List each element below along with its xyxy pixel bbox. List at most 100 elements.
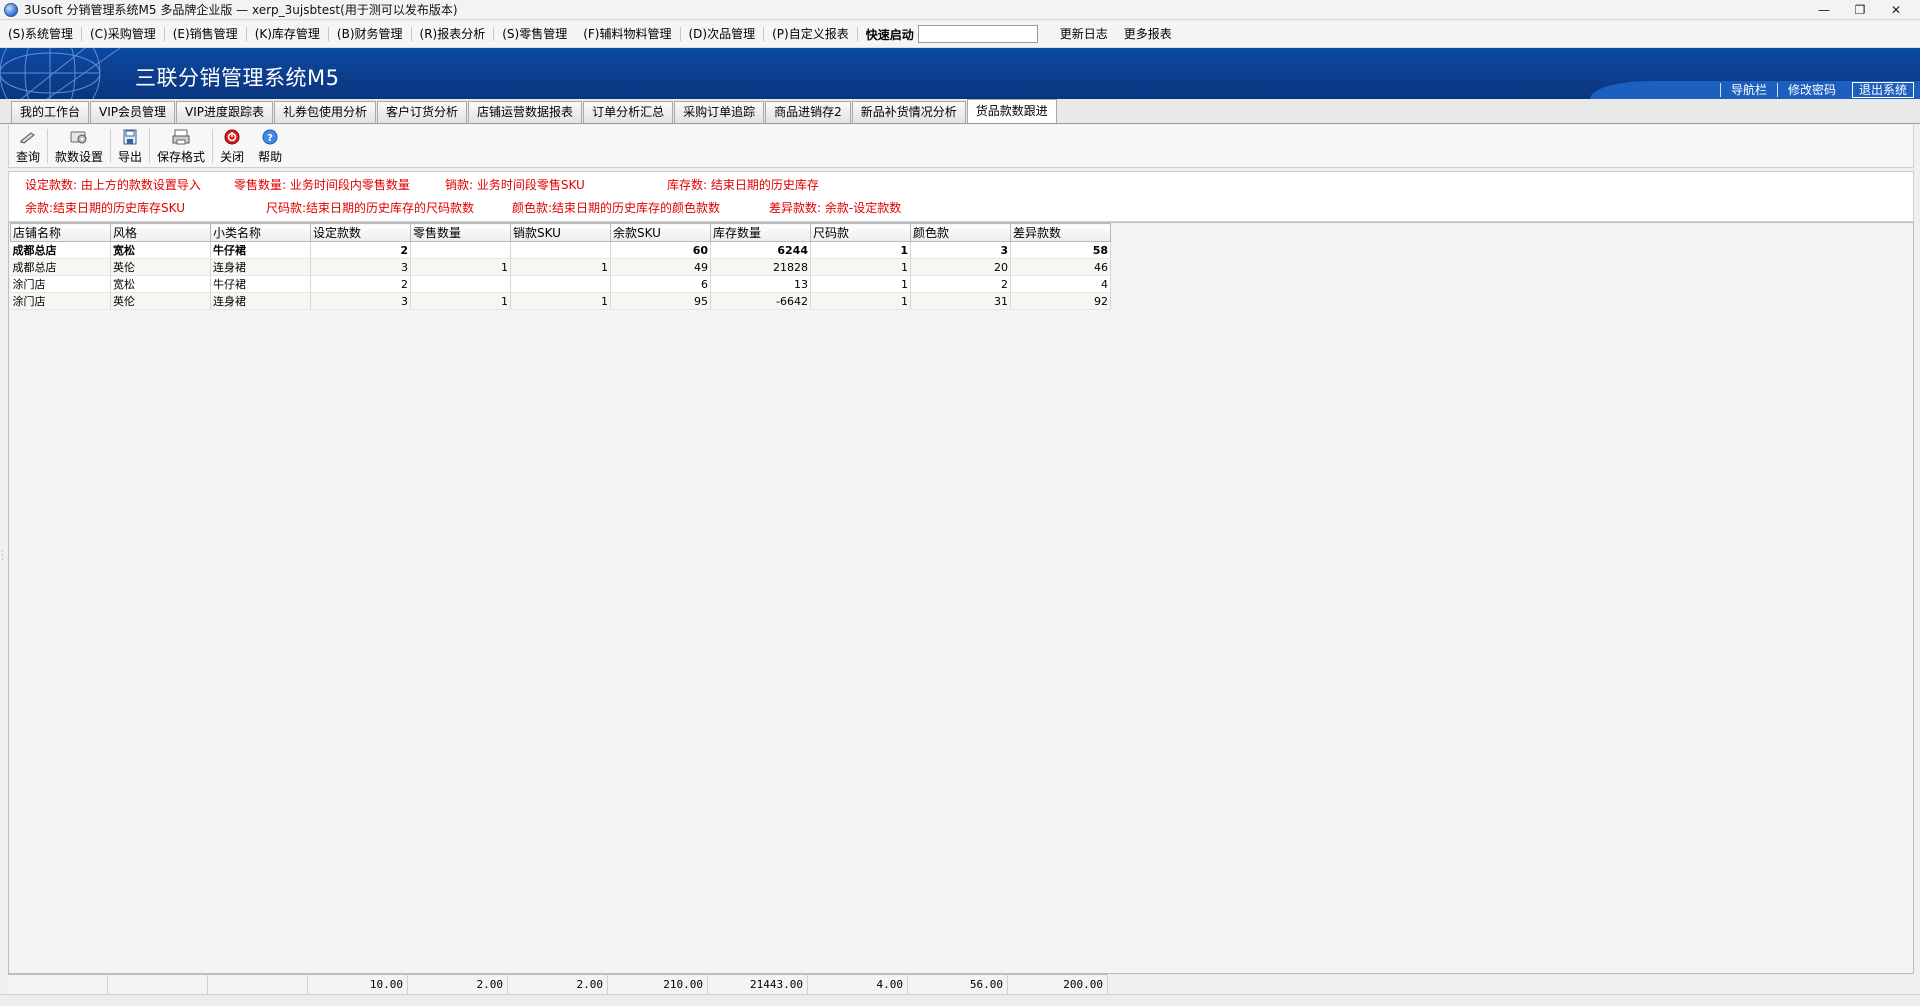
minimize-icon[interactable]: — — [1806, 0, 1842, 20]
cell-style[interactable]: 宽松 — [110, 241, 211, 259]
column-header-size-count[interactable]: 尺码款 — [810, 223, 911, 242]
tab-style-count-tracking[interactable]: 货品款数跟进 — [966, 99, 1057, 123]
menu-sales[interactable]: (E)销售管理 — [165, 21, 246, 48]
column-header-style[interactable]: 风格 — [110, 223, 211, 242]
table-row[interactable]: 成都总店 英伦 连身裙 3 1 1 49 21828 1 20 46 — [10, 258, 1111, 276]
tab-customer-order-analysis[interactable]: 客户订货分析 — [377, 101, 468, 123]
table-row[interactable]: 涂门店 宽松 牛仔裙 2 6 13 1 2 4 — [10, 275, 1111, 293]
column-header-color-count[interactable]: 颜色款 — [910, 223, 1011, 242]
cell-remaining-sku[interactable]: 49 — [610, 258, 711, 276]
tab-vip-management[interactable]: VIP会员管理 — [90, 101, 176, 123]
cell-set-count[interactable]: 2 — [310, 275, 411, 293]
cell-size-count[interactable]: 1 — [810, 258, 911, 276]
menu-finance[interactable]: (B)财务管理 — [329, 21, 411, 48]
cell-color-count[interactable]: 20 — [910, 258, 1011, 276]
cell-retail-qty[interactable]: 1 — [410, 292, 511, 310]
menu-changelog[interactable]: 更新日志 — [1052, 21, 1116, 48]
table-row[interactable]: 涂门店 英伦 连身裙 3 1 1 95 -6642 1 31 92 — [10, 292, 1111, 310]
logout-link[interactable]: 退出系统 — [1851, 82, 1914, 98]
cell-diff-count[interactable]: 58 — [1010, 241, 1111, 259]
cell-store[interactable]: 涂门店 — [10, 275, 111, 293]
export-button[interactable]: 导出 — [111, 125, 149, 167]
cell-color-count[interactable]: 31 — [910, 292, 1011, 310]
menu-custom-reports[interactable]: (P)自定义报表 — [764, 21, 857, 48]
menu-more-reports[interactable]: 更多报表 — [1116, 21, 1180, 48]
cell-diff-count[interactable]: 46 — [1010, 258, 1111, 276]
cell-size-count[interactable]: 1 — [810, 292, 911, 310]
cell-store[interactable]: 成都总店 — [10, 241, 111, 259]
cell-remaining-sku[interactable]: 95 — [610, 292, 711, 310]
column-header-subcategory[interactable]: 小类名称 — [210, 223, 311, 242]
column-header-retail-qty[interactable]: 零售数量 — [410, 223, 511, 242]
splitter-grip[interactable]: · · · — [1, 548, 4, 565]
cell-retail-qty[interactable] — [410, 275, 511, 293]
menu-reports[interactable]: (R)报表分析 — [412, 21, 494, 48]
table-row[interactable]: 成都总店 宽松 牛仔裙 2 60 6244 1 3 58 — [10, 241, 1111, 259]
tab-workbench[interactable]: 我的工作台 — [11, 101, 90, 123]
quick-launch-input[interactable] — [917, 25, 1038, 43]
cell-stock-qty[interactable]: -6642 — [710, 292, 811, 310]
help-button[interactable]: ? 帮助 — [251, 125, 289, 167]
cell-sold-sku[interactable]: 1 — [510, 258, 611, 276]
cell-retail-qty[interactable] — [410, 241, 511, 259]
column-header-stock-qty[interactable]: 库存数量 — [710, 223, 811, 242]
tab-coupon-analysis[interactable]: 礼券包使用分析 — [274, 101, 377, 123]
cell-sold-sku[interactable] — [510, 241, 611, 259]
cell-store[interactable]: 成都总店 — [10, 258, 111, 276]
change-password-link[interactable]: 修改密码 — [1776, 83, 1846, 97]
banner-title: 三联分销管理系统M5 — [135, 66, 340, 90]
cell-sold-sku[interactable] — [510, 275, 611, 293]
save-format-button[interactable]: 保存格式 — [150, 125, 212, 167]
cell-style[interactable]: 英伦 — [110, 258, 211, 276]
cell-subcategory[interactable]: 牛仔裙 — [210, 275, 311, 293]
cell-sold-sku[interactable]: 1 — [510, 292, 611, 310]
cell-style[interactable]: 英伦 — [110, 292, 211, 310]
menu-defects[interactable]: (D)次品管理 — [681, 21, 764, 48]
cell-diff-count[interactable]: 92 — [1010, 292, 1111, 310]
close-button[interactable]: 关闭 — [213, 125, 251, 167]
tab-order-summary[interactable]: 订单分析汇总 — [583, 101, 674, 123]
restore-icon[interactable]: ❐ — [1842, 0, 1878, 20]
cell-stock-qty[interactable]: 21828 — [710, 258, 811, 276]
query-button[interactable]: 查询 — [9, 125, 47, 167]
cell-store[interactable]: 涂门店 — [10, 292, 111, 310]
cell-size-count[interactable]: 1 — [810, 275, 911, 293]
cell-diff-count[interactable]: 4 — [1010, 275, 1111, 293]
count-settings-button[interactable]: 款数设置 — [48, 125, 110, 167]
column-header-diff-count[interactable]: 差异款数 — [1010, 223, 1111, 242]
cell-color-count[interactable]: 3 — [910, 241, 1011, 259]
cell-color-count[interactable]: 2 — [910, 275, 1011, 293]
column-header-remaining-sku[interactable]: 余款SKU — [610, 223, 711, 242]
tab-purchase-tracking[interactable]: 采购订单追踪 — [674, 101, 765, 123]
tab-store-operations[interactable]: 店铺运营数据报表 — [468, 101, 583, 123]
menu-system[interactable]: (S)系统管理 — [0, 21, 81, 48]
cell-stock-qty[interactable]: 6244 — [710, 241, 811, 259]
cell-subcategory[interactable]: 连身裙 — [210, 292, 311, 310]
query-icon — [19, 129, 37, 145]
navigation-link[interactable]: 导航栏 — [1719, 83, 1777, 97]
cell-set-count[interactable]: 3 — [310, 292, 411, 310]
menu-retail[interactable]: (S)零售管理 — [494, 21, 575, 48]
cell-remaining-sku[interactable]: 60 — [610, 241, 711, 259]
count-settings-label: 款数设置 — [55, 150, 104, 164]
menu-purchase[interactable]: (C)采购管理 — [82, 21, 164, 48]
close-window-icon[interactable]: ✕ — [1878, 0, 1914, 20]
menu-materials[interactable]: (F)辅料物料管理 — [575, 21, 679, 48]
tab-stock-movement[interactable]: 商品进销存2 — [765, 101, 851, 123]
cell-retail-qty[interactable]: 1 — [410, 258, 511, 276]
export-label: 导出 — [118, 150, 143, 164]
cell-subcategory[interactable]: 连身裙 — [210, 258, 311, 276]
cell-set-count[interactable]: 3 — [310, 258, 411, 276]
column-header-set-count[interactable]: 设定款数 — [310, 223, 411, 242]
cell-remaining-sku[interactable]: 6 — [610, 275, 711, 293]
cell-stock-qty[interactable]: 13 — [710, 275, 811, 293]
menu-inventory[interactable]: (K)库存管理 — [247, 21, 328, 48]
cell-style[interactable]: 宽松 — [110, 275, 211, 293]
column-header-store[interactable]: 店铺名称 — [10, 223, 111, 242]
tab-vip-progress[interactable]: VIP进度跟踪表 — [176, 101, 274, 123]
cell-subcategory[interactable]: 牛仔裙 — [210, 241, 311, 259]
cell-set-count[interactable]: 2 — [310, 241, 411, 259]
tab-replenishment-analysis[interactable]: 新品补货情况分析 — [851, 101, 966, 123]
cell-size-count[interactable]: 1 — [810, 241, 911, 259]
column-header-sold-sku[interactable]: 销款SKU — [510, 223, 611, 242]
